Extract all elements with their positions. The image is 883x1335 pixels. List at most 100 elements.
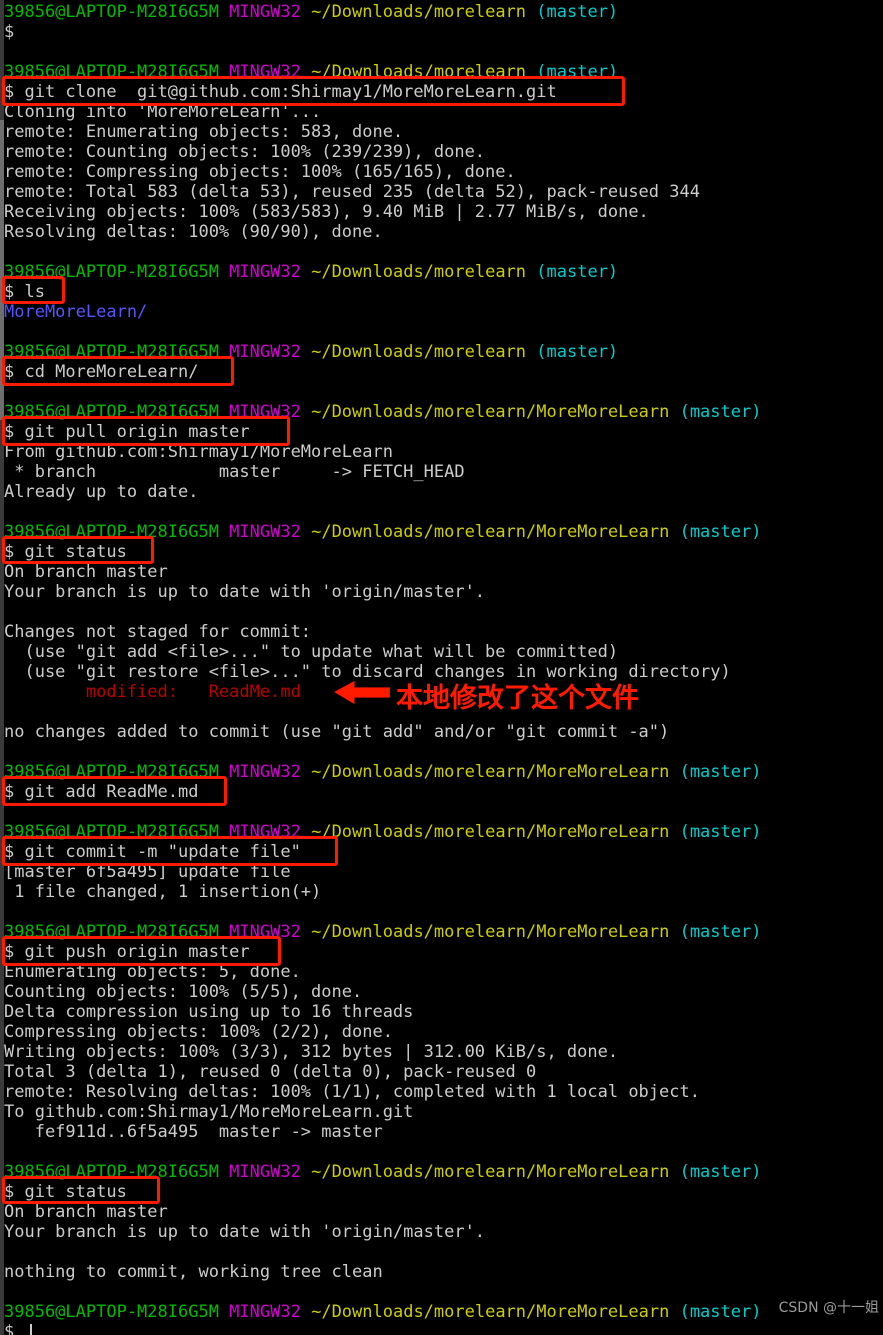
output-line: Enumerating objects: 5, done. xyxy=(4,962,301,982)
prompt-path: ~/Downloads/morelearn/MoreMoreLearn xyxy=(311,402,670,422)
prompt-branch: (master) xyxy=(679,402,762,422)
output-text: From github.com:Shirmay1/MoreMoreLearn xyxy=(4,442,393,462)
prompt-path: ~/Downloads/morelearn xyxy=(311,262,527,282)
output-line: remote: Counting objects: 100% (239/239)… xyxy=(4,142,485,162)
prompt-space-2 xyxy=(301,2,311,22)
prompt-branch: (master) xyxy=(536,342,619,362)
command-text: $ git add ReadMe.md xyxy=(4,782,199,802)
command-text: $ git pull origin master xyxy=(4,422,250,442)
output-text: [master 6f5a495] update file xyxy=(4,862,291,882)
prompt-line: 39856@LAPTOP-M28I6G5M MINGW32 ~/Download… xyxy=(4,342,618,362)
prompt-space-1 xyxy=(219,62,229,82)
terminal-window[interactable]: 39856@LAPTOP-M28I6G5M MINGW32 ~/Download… xyxy=(0,0,883,1335)
annotation-arrow-icon xyxy=(334,680,390,705)
prompt-user-host: 39856@LAPTOP-M28I6G5M xyxy=(4,62,219,82)
prompt-shell-tag: MINGW32 xyxy=(229,522,301,542)
prompt-line: 39856@LAPTOP-M28I6G5M MINGW32 ~/Download… xyxy=(4,1162,761,1182)
output-text: MoreMoreLearn/ xyxy=(4,302,148,322)
prompt-branch: (master) xyxy=(536,62,619,82)
prompt-space-3 xyxy=(669,922,679,942)
prompt-line: 39856@LAPTOP-M28I6G5M MINGW32 ~/Download… xyxy=(4,62,618,82)
prompt-shell-tag: MINGW32 xyxy=(229,342,301,362)
output-text: Already up to date. xyxy=(4,482,199,502)
prompt-space-2 xyxy=(301,402,311,422)
output-line: nothing to commit, working tree clean xyxy=(4,1262,383,1282)
output-text: Writing objects: 100% (3/3), 312 bytes |… xyxy=(4,1042,619,1062)
prompt-shell-tag: MINGW32 xyxy=(229,402,301,422)
output-text: no changes added to commit (use "git add… xyxy=(4,722,670,742)
prompt-space-1 xyxy=(219,822,229,842)
prompt-line: 39856@LAPTOP-M28I6G5M MINGW32 ~/Download… xyxy=(4,762,761,782)
prompt-space-1 xyxy=(219,402,229,422)
prompt-space-3 xyxy=(669,522,679,542)
prompt-branch: (master) xyxy=(536,2,619,22)
prompt-shell-tag: MINGW32 xyxy=(229,62,301,82)
output-line: no changes added to commit (use "git add… xyxy=(4,722,669,742)
output-text: Changes not staged for commit: xyxy=(4,622,312,642)
prompt-space-2 xyxy=(301,822,311,842)
output-text: modified: ReadMe.md xyxy=(4,682,301,702)
output-text: fef911d..6f5a495 master -> master xyxy=(4,1122,383,1142)
prompt-line: 39856@LAPTOP-M28I6G5M MINGW32 ~/Download… xyxy=(4,822,761,842)
prompt-shell-tag: MINGW32 xyxy=(229,1302,301,1322)
prompt-space-2 xyxy=(301,762,311,782)
output-text: Your branch is up to date with 'origin/m… xyxy=(4,1222,486,1242)
output-text: * branch master -> FETCH_HEAD xyxy=(4,462,465,482)
output-line: Already up to date. xyxy=(4,482,198,502)
command-line: $ git add ReadMe.md xyxy=(4,782,198,802)
output-text: remote: Enumerating objects: 583, done. xyxy=(4,122,404,142)
output-line: Your branch is up to date with 'origin/m… xyxy=(4,1222,485,1242)
output-text: Your branch is up to date with 'origin/m… xyxy=(4,582,486,602)
output-line: Delta compression using up to 16 threads xyxy=(4,1002,413,1022)
output-line: On branch master xyxy=(4,1202,168,1222)
output-line: Receiving objects: 100% (583/583), 9.40 … xyxy=(4,202,649,222)
prompt-shell-tag: MINGW32 xyxy=(229,2,301,22)
prompt-shell-tag: MINGW32 xyxy=(229,922,301,942)
prompt-space-1 xyxy=(219,522,229,542)
prompt-path: ~/Downloads/morelearn xyxy=(311,2,527,22)
prompt-line: 39856@LAPTOP-M28I6G5M MINGW32 ~/Download… xyxy=(4,1302,761,1322)
command-text: $ ls xyxy=(4,282,45,302)
prompt-branch: (master) xyxy=(679,762,762,782)
prompt-space-2 xyxy=(301,1302,311,1322)
output-text: To github.com:Shirmay1/MoreMoreLearn.git xyxy=(4,1102,414,1122)
prompt-path: ~/Downloads/morelearn/MoreMoreLearn xyxy=(311,822,670,842)
output-text: On branch master xyxy=(4,562,168,582)
command-line: $ git commit -m "update file" xyxy=(4,842,301,862)
output-line: Cloning into 'MoreMoreLearn'... xyxy=(4,102,321,122)
output-text: (use "git add <file>..." to update what … xyxy=(4,642,619,662)
prompt-space-3 xyxy=(526,2,536,22)
prompt-space-1 xyxy=(219,2,229,22)
prompt-branch: (master) xyxy=(679,522,762,542)
prompt-user-host: 39856@LAPTOP-M28I6G5M xyxy=(4,1302,219,1322)
output-text: remote: Resolving deltas: 100% (1/1), co… xyxy=(4,1082,700,1102)
prompt-space-2 xyxy=(301,1162,311,1182)
output-text: Compressing objects: 100% (2/2), done. xyxy=(4,1022,393,1042)
prompt-space-2 xyxy=(301,922,311,942)
prompt-space-1 xyxy=(219,922,229,942)
prompt-path: ~/Downloads/morelearn/MoreMoreLearn xyxy=(311,922,670,942)
prompt-user-host: 39856@LAPTOP-M28I6G5M xyxy=(4,402,219,422)
output-line: Total 3 (delta 1), reused 0 (delta 0), p… xyxy=(4,1062,536,1082)
output-line: $ xyxy=(4,22,14,42)
annotation-text-chinese: 本地修改了这个文件 xyxy=(396,683,639,714)
output-line: Your branch is up to date with 'origin/m… xyxy=(4,582,485,602)
prompt-space-2 xyxy=(301,262,311,282)
prompt-space-3 xyxy=(526,62,536,82)
prompt-branch: (master) xyxy=(536,262,619,282)
prompt-space-3 xyxy=(669,1302,679,1322)
prompt-path: ~/Downloads/morelearn/MoreMoreLearn xyxy=(311,522,670,542)
prompt-user-host: 39856@LAPTOP-M28I6G5M xyxy=(4,522,219,542)
prompt-user-host: 39856@LAPTOP-M28I6G5M xyxy=(4,822,219,842)
prompt-space-2 xyxy=(301,522,311,542)
output-text: remote: Total 583 (delta 53), reused 235… xyxy=(4,182,700,202)
output-line: $ xyxy=(4,1322,14,1335)
command-text: $ git status xyxy=(4,1182,127,1202)
output-line: From github.com:Shirmay1/MoreMoreLearn xyxy=(4,442,393,462)
prompt-space-2 xyxy=(301,342,311,362)
prompt-space-3 xyxy=(669,822,679,842)
command-line: $ git clone git@github.com:Shirmay1/More… xyxy=(4,82,557,102)
prompt-path: ~/Downloads/morelearn/MoreMoreLearn xyxy=(311,762,670,782)
output-text: On branch master xyxy=(4,1202,168,1222)
output-text: Total 3 (delta 1), reused 0 (delta 0), p… xyxy=(4,1062,537,1082)
